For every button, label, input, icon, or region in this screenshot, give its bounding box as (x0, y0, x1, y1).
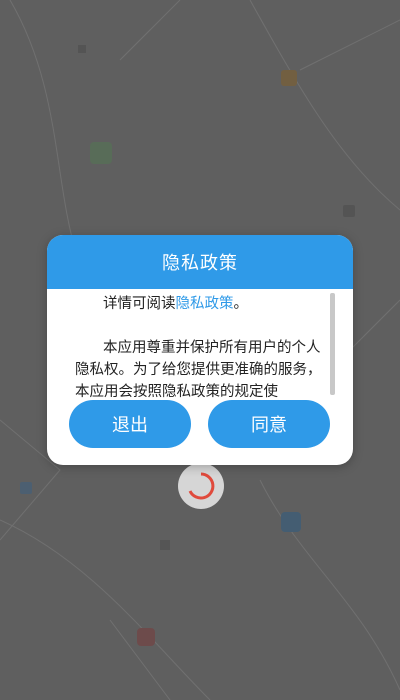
exit-button[interactable]: 退出 (69, 400, 191, 448)
intro-suffix: 。 (233, 296, 249, 312)
dialog-content[interactable]: 详情可阅读隐私政策。 本应用尊重并保护所有用户的个人隐私权。为了给您提供更准确的… (47, 289, 353, 409)
policy-body-text: 本应用尊重并保护所有用户的个人隐私权。为了给您提供更准确的服务，本应用会按照隐私… (75, 340, 322, 400)
intro-line: 详情可阅读隐私政策。 (75, 293, 327, 315)
privacy-dialog: 隐私政策 详情可阅读隐私政策。 本应用尊重并保护所有用户的个人隐私权。为了给您提… (47, 235, 353, 465)
content-scrollbar[interactable] (330, 293, 335, 395)
dialog-header: 隐私政策 (47, 235, 353, 289)
agree-button[interactable]: 同意 (208, 400, 330, 448)
loading-spinner (178, 463, 224, 509)
intro-text: 详情可阅读 (103, 296, 176, 312)
dialog-actions: 退出 同意 (47, 400, 353, 448)
dialog-title: 隐私政策 (162, 253, 238, 274)
spinner-icon (188, 472, 215, 500)
privacy-policy-link[interactable]: 隐私政策 (176, 296, 234, 312)
